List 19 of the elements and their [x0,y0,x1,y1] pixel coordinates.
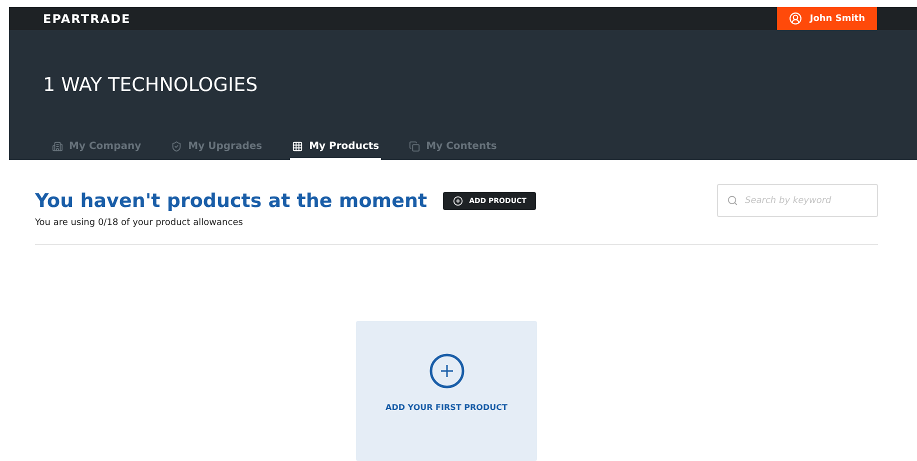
logo: EPARTRADE [43,12,131,26]
user-icon [788,12,802,25]
tab[interactable]: My Upgrades [169,134,264,160]
tab[interactable]: My Products [290,134,382,160]
user-button[interactable]: John Smith [776,7,877,30]
search-field[interactable]: Search by keyword [717,184,878,217]
grid-icon [292,140,304,152]
company-name: 1 WAY TECHNOLOGIES [43,74,258,96]
plus-icon [453,196,464,206]
allowance-text: You are using 0/18 of your product allowances [35,218,244,228]
plus-circle-icon [428,353,464,389]
shield-icon [171,140,182,152]
tab[interactable]: My Contents [407,134,499,160]
add-first-product-card[interactable]: ADD YOUR FIRST PRODUCT [356,321,537,461]
page-heading: You haven't products at the moment [35,190,428,212]
search-icon [727,195,738,206]
tab[interactable]: My Company [50,134,144,160]
building-icon [52,140,63,152]
copy-icon [409,140,420,152]
